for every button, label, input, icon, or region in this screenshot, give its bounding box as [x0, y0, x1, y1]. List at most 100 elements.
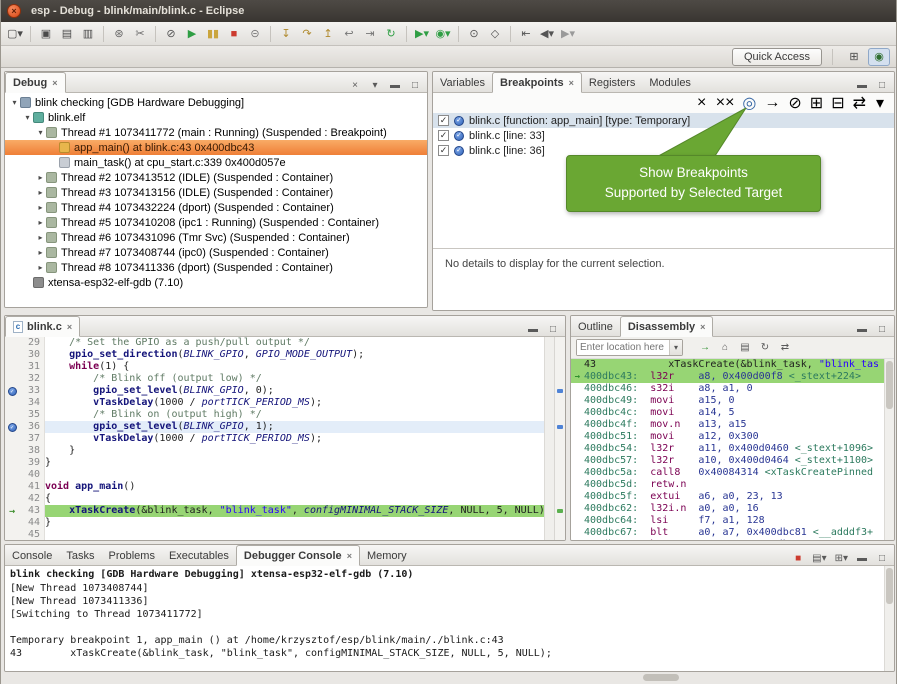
- disassembly-row[interactable]: 400dbc4f: mov.n a13, a15: [571, 419, 884, 431]
- close-tab-icon[interactable]: ×: [569, 78, 574, 88]
- gutter-cell[interactable]: [5, 529, 19, 541]
- disassembly-row[interactable]: →400dbc43: l32r a8, 0x400d00f8 <_stext+2…: [571, 371, 884, 383]
- code-line[interactable]: /* Blink on (output high) */: [45, 409, 544, 421]
- gutter-cell[interactable]: [5, 445, 19, 457]
- disassembly-row[interactable]: 400dbc4c: movi a14, 5: [571, 407, 884, 419]
- twistie-icon[interactable]: ▾: [22, 113, 33, 122]
- ruler-marker[interactable]: [557, 389, 563, 393]
- gutter-cell[interactable]: [5, 433, 19, 445]
- display-console-dropdown[interactable]: ▤▾: [812, 551, 826, 565]
- debug-dropdown[interactable]: ◉▾: [433, 24, 453, 44]
- refresh-icon[interactable]: ↻: [759, 341, 771, 355]
- code-editor[interactable]: ✓✓→ 2930313233343536373839404142434445 /…: [5, 337, 565, 540]
- disassembly-row[interactable]: 400dbc51: movi a12, 0x300: [571, 431, 884, 443]
- debug-tree-item[interactable]: ▸Thread #2 1073413512 (IDLE) (Suspended …: [5, 170, 427, 185]
- twistie-icon[interactable]: ▸: [35, 188, 46, 197]
- close-tab-icon[interactable]: ×: [52, 78, 57, 88]
- location-input[interactable]: [577, 340, 669, 355]
- instruction-stepping-icon[interactable]: ⇥: [360, 24, 380, 44]
- gutter-cell[interactable]: →: [5, 505, 19, 517]
- debug-tree-item[interactable]: ▸Thread #5 1073410208 (ipc1 : Running) (…: [5, 215, 427, 230]
- gutter-cell[interactable]: [5, 457, 19, 469]
- run-dropdown[interactable]: ▶▾: [412, 24, 432, 44]
- gutter-cell[interactable]: ✓: [5, 421, 19, 433]
- terminate-relaunch-icon[interactable]: ✂: [130, 24, 150, 44]
- gutter-cell[interactable]: [5, 481, 19, 493]
- code-line[interactable]: gpio_set_level(BLINK_GPIO, 1);: [45, 421, 544, 433]
- debug-tree-item[interactable]: ▸Thread #3 1073413156 (IDLE) (Suspended …: [5, 185, 427, 200]
- twistie-icon[interactable]: ▸: [35, 263, 46, 272]
- breakpoint-checkbox[interactable]: ✓: [438, 115, 449, 126]
- debug-tree-item[interactable]: ▾blink checking [GDB Hardware Debugging]: [5, 95, 427, 110]
- gutter-cell[interactable]: [5, 469, 19, 481]
- disassembly-row[interactable]: 400dbc67: blt a0, a7, 0x400dbc81 <__addd…: [571, 527, 884, 539]
- open-console-dropdown[interactable]: ⊞▾: [835, 551, 848, 565]
- minimize-button[interactable]: ▬: [856, 551, 868, 565]
- save-icon[interactable]: ▣: [36, 24, 56, 44]
- ruler-marker[interactable]: [557, 425, 563, 429]
- console-tab-debugger-console[interactable]: Debugger Console×: [236, 545, 360, 566]
- console-tab-console[interactable]: Console: [5, 545, 59, 566]
- disassembly-row[interactable]: 400dbc57: l32r a10, 0x400d0464 <_stext+1…: [571, 455, 884, 467]
- gutter-cell[interactable]: [5, 349, 19, 361]
- home-icon[interactable]: ⌂: [719, 341, 731, 355]
- view-menu-icon[interactable]: ▾: [874, 96, 886, 110]
- console-output-area[interactable]: blink checking [GDB Hardware Debugging] …: [5, 566, 884, 671]
- debug-tree-item[interactable]: main_task() at cpu_start.c:339 0x400d057…: [5, 155, 427, 170]
- step-return-icon[interactable]: ↥: [318, 24, 338, 44]
- code-line[interactable]: }: [45, 445, 544, 457]
- disassembly-tab-disassembly[interactable]: Disassembly×: [620, 316, 714, 337]
- last-edit-location-icon[interactable]: ⇤: [516, 24, 536, 44]
- twistie-icon[interactable]: ▸: [35, 173, 46, 182]
- twistie-icon[interactable]: ▸: [35, 218, 46, 227]
- disassembly-tab-outline[interactable]: Outline: [571, 316, 620, 337]
- disassembly-row[interactable]: 400dbc6a: bnone a0, a8, 0x400dbc8: [571, 539, 884, 540]
- scrollbar-thumb[interactable]: [886, 361, 893, 409]
- suspend-icon[interactable]: ▮▮: [203, 24, 223, 44]
- code-line[interactable]: vTaskDelay(1000 / portTICK_PERIOD_MS);: [45, 397, 544, 409]
- link-with-debug-icon[interactable]: ⇄: [853, 96, 866, 110]
- breakpoint-icon[interactable]: ✓: [8, 423, 17, 432]
- disassembly-scrollbar[interactable]: [884, 359, 894, 540]
- console-tab-memory[interactable]: Memory: [360, 545, 414, 566]
- scrollbar-thumb[interactable]: [886, 568, 893, 604]
- back-dropdown[interactable]: ◀▾: [537, 24, 557, 44]
- maximize-button[interactable]: □: [876, 78, 888, 92]
- skip-all-breakpoints-icon[interactable]: ⊘: [161, 24, 181, 44]
- breakpoint-checkbox[interactable]: ✓: [438, 145, 449, 156]
- gutter-cell[interactable]: [5, 493, 19, 505]
- close-tab-icon[interactable]: ×: [347, 551, 352, 561]
- breakpoint-checkbox[interactable]: ✓: [438, 130, 449, 141]
- code-line[interactable]: xTaskCreate(&blink_task, "blink_task", c…: [45, 505, 544, 517]
- collapse-all-icon[interactable]: ⊟: [831, 96, 844, 110]
- drop-to-frame-icon[interactable]: ↩: [339, 24, 359, 44]
- code-line[interactable]: vTaskDelay(1000 / portTICK_PERIOD_MS);: [45, 433, 544, 445]
- maximize-button[interactable]: □: [876, 551, 888, 565]
- code-line[interactable]: while(1) {: [45, 361, 544, 373]
- maximize-button[interactable]: □: [547, 322, 559, 336]
- resume-icon[interactable]: ▶: [182, 24, 202, 44]
- open-element-icon[interactable]: ◇: [485, 24, 505, 44]
- sync-selection-icon[interactable]: ⇄: [779, 341, 791, 355]
- code-line[interactable]: }: [45, 517, 544, 529]
- gutter-cell[interactable]: [5, 397, 19, 409]
- titlebar[interactable]: × esp - Debug - blink/main/blink.c - Ecl…: [1, 0, 896, 22]
- editor-marker-gutter[interactable]: ✓✓→: [5, 337, 19, 540]
- console-tab-executables[interactable]: Executables: [162, 545, 236, 566]
- gutter-cell[interactable]: [5, 337, 19, 349]
- minimize-button[interactable]: ▬: [856, 78, 868, 92]
- code-line[interactable]: gpio_set_level(BLINK_GPIO, 0);: [45, 385, 544, 397]
- code-line[interactable]: [45, 529, 544, 540]
- build-icon[interactable]: ⊛: [109, 24, 129, 44]
- disassembly-row[interactable]: 400dbc46: s32i a8, a1, 0: [571, 383, 884, 395]
- maximize-button[interactable]: □: [409, 78, 421, 92]
- twistie-icon[interactable]: ▸: [35, 233, 46, 242]
- quick-access-button[interactable]: Quick Access: [732, 48, 822, 66]
- debug-tree-item[interactable]: ▾Thread #1 1073411772 (main : Running) (…: [5, 125, 427, 140]
- code-line[interactable]: void app_main(): [45, 481, 544, 493]
- twistie-icon[interactable]: ▾: [35, 128, 46, 137]
- breakpoints-tab-breakpoints[interactable]: Breakpoints×: [492, 72, 582, 93]
- open-perspective-icon[interactable]: ⊞: [843, 48, 865, 66]
- code-line[interactable]: /* Set the GPIO as a push/pull output */: [45, 337, 544, 349]
- minimize-button[interactable]: ▬: [856, 322, 868, 336]
